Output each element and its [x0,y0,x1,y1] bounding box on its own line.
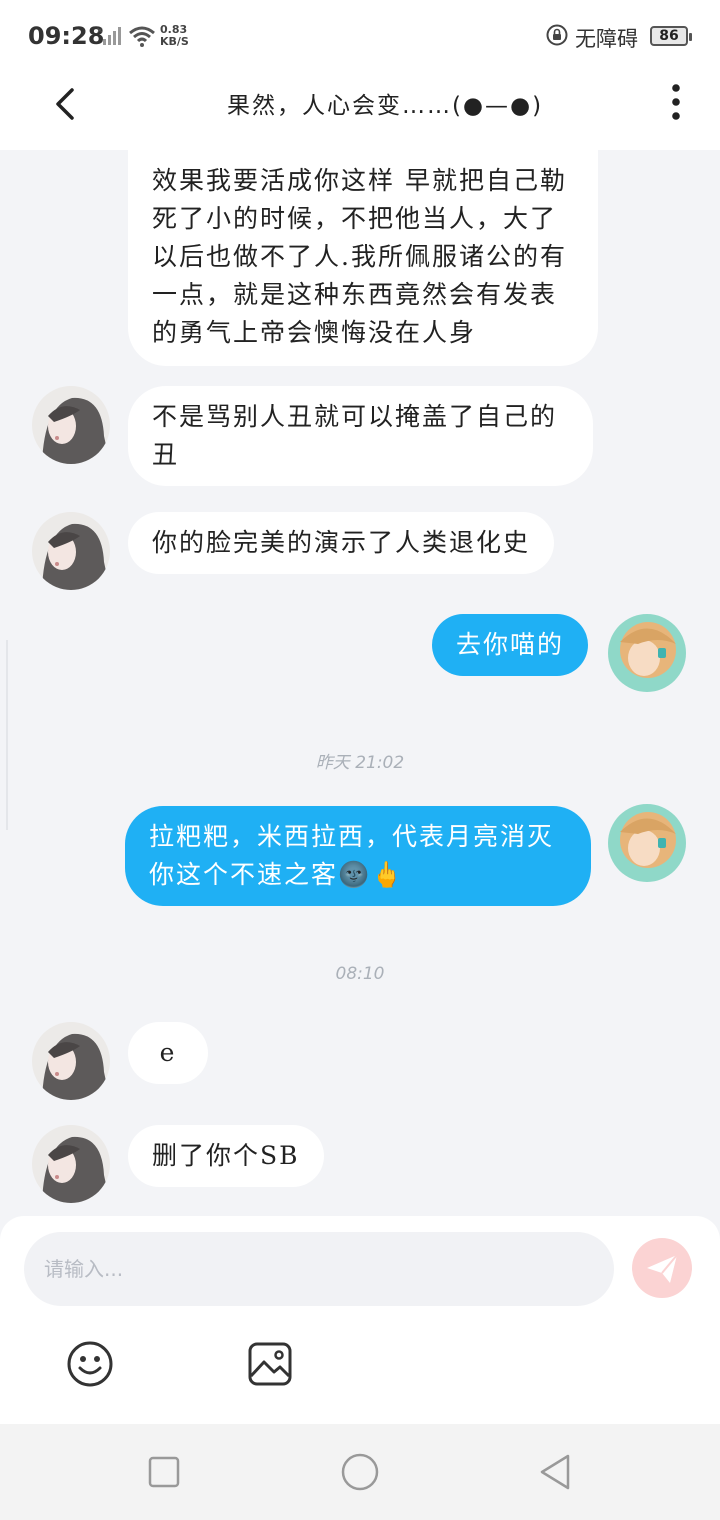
message-text: 拉粑粑，米西拉西，代表月亮消灭你这个不速之客🌚🖕 [149,822,555,889]
signal-icon: × [96,26,121,45]
image-icon[interactable] [246,1340,294,1388]
battery-indicator: 86 [650,26,692,46]
timestamp: 昨天 21:02 [315,753,405,773]
timestamp: 08:10 [335,964,385,984]
message-bubble-sent[interactable]: 去你喵的 [432,614,589,676]
avatar-contact[interactable] [32,1125,110,1203]
message-list[interactable]: 效果我要活成你这样 早就把自己勒死了小的时候，不把他当人，大了以后也做不了人.我… [0,150,720,1216]
message-text: 删了你个SB [152,1141,300,1170]
status-time: 09:28 [28,22,105,50]
avatar-self[interactable] [608,614,686,692]
square-icon[interactable] [146,1454,182,1490]
message-bubble-received[interactable]: 不是骂别人丑就可以掩盖了自己的丑 [128,386,593,486]
chat-header: 果然，人心会变……(●—●) [0,72,720,150]
circle-icon[interactable] [340,1452,380,1492]
avatar-girl-icon [32,1125,110,1203]
svg-text:×: × [96,26,104,36]
message-input[interactable] [24,1232,614,1306]
avatar-girl-icon [32,386,110,464]
message-text: 不是骂别人丑就可以掩盖了自己的丑 [152,402,558,469]
network-speed: 0.83 KB/S [160,24,189,48]
chat-title: 果然，人心会变……(●—●) [226,93,544,119]
smile-icon[interactable] [66,1340,114,1388]
avatar-anime-icon [608,804,686,882]
avatar-anime-icon [608,614,686,692]
avatar-self[interactable] [608,804,686,882]
avatar-contact[interactable] [32,512,110,590]
chevron-left-icon[interactable] [44,82,88,126]
message-text: e [159,1038,177,1067]
composer [0,1216,720,1424]
status-bar: 09:28 × 0.83 KB/S 无障碍 86 [0,0,720,72]
message-bubble-sent[interactable]: 拉粑粑，米西拉西，代表月亮消灭你这个不速之客🌚🖕 [125,806,591,906]
message-bubble-received[interactable]: 你的脸完美的演示了人类退化史 [128,512,555,574]
message-bubble-received[interactable]: 删了你个SB [128,1125,324,1187]
message-bubble-received[interactable]: 效果我要活成你这样 早就把自己勒死了小的时候，不把他当人，大了以后也做不了人.我… [128,150,598,366]
message-text: 效果我要活成你这样 早就把自己勒死了小的时候，不把他当人，大了以后也做不了人.我… [152,166,567,347]
paper-plane-icon[interactable] [632,1238,692,1298]
avatar-girl-icon [32,1022,110,1100]
lock-icon [546,24,568,46]
triangle-back-icon[interactable] [536,1452,576,1492]
message-text: 去你喵的 [456,630,565,659]
avatar-girl-icon [32,512,110,590]
avatar-contact[interactable] [32,386,110,464]
wifi-icon [129,26,155,47]
accessibility-label: 无障碍 [575,27,638,51]
more-vertical-icon[interactable] [660,82,692,122]
avatar-contact[interactable] [32,1022,110,1100]
message-bubble-received[interactable]: e [128,1022,208,1084]
message-text: 你的脸完美的演示了人类退化史 [152,528,531,557]
scroll-edge [6,640,8,830]
system-nav-bar [0,1424,720,1520]
network-speed-unit: KB/S [160,35,189,48]
